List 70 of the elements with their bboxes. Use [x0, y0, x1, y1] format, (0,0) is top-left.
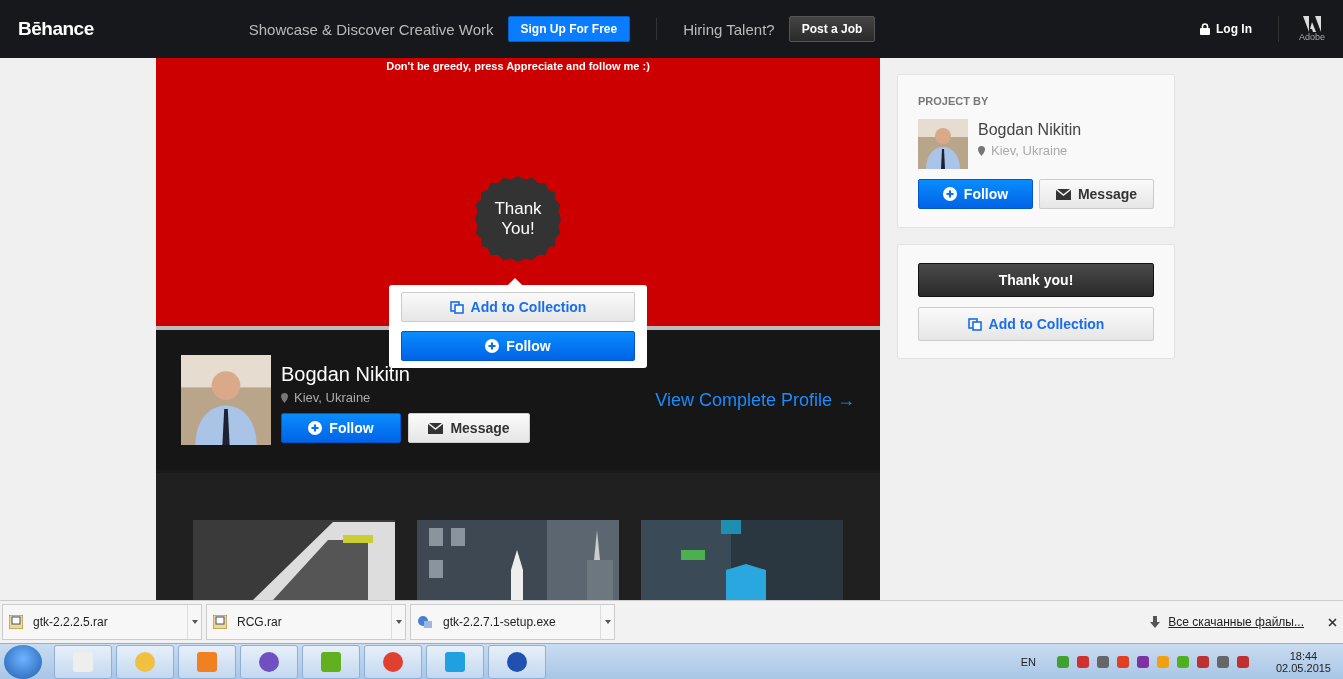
file-name: RCG.rar	[237, 615, 283, 629]
file-name: gtk-2.2.7.1-setup.exe	[443, 615, 557, 629]
language-indicator[interactable]: EN	[1020, 655, 1036, 668]
app-icon	[71, 649, 95, 674]
taskbar-app-button[interactable]	[364, 644, 422, 679]
start-button[interactable]	[4, 644, 42, 679]
dropdown-caret-icon[interactable]	[191, 620, 198, 624]
profile-location: Kiev, Ukraine	[294, 390, 371, 405]
adobe-label: Adobe	[1298, 32, 1325, 42]
taskbar-app-button[interactable]	[240, 644, 298, 679]
location-pin-icon	[978, 145, 985, 156]
tray-icon[interactable]	[1235, 654, 1250, 669]
adobe-logo-icon	[1303, 16, 1321, 32]
file-name: gtk-2.2.2.5.rar	[33, 615, 109, 629]
follow-button[interactable]: Follow	[281, 413, 401, 443]
clock-date: 02.05.2015	[1275, 661, 1331, 674]
installer-icon	[417, 615, 433, 629]
tray-icon[interactable]	[1115, 654, 1130, 669]
clock[interactable]: 18:44 02.05.2015	[1275, 649, 1331, 674]
profile-name: Bogdan Nikitin	[281, 363, 410, 385]
taskbar-app-button[interactable]	[488, 644, 546, 679]
post-job-button[interactable]: Post a Job	[788, 16, 876, 42]
plus-circle-icon	[485, 339, 500, 353]
envelope-icon	[428, 422, 444, 434]
follow-button[interactable]: Follow	[401, 331, 635, 361]
add-to-collection-button[interactable]: Add to Collection	[918, 307, 1154, 341]
plus-circle-icon	[308, 421, 323, 435]
envelope-icon	[1055, 188, 1071, 200]
message-button[interactable]: Message	[408, 413, 530, 443]
lock-icon	[1199, 23, 1210, 35]
view-profile-link[interactable]: View Complete Profile →	[655, 390, 855, 411]
add-to-collection-button[interactable]: Add to Collection	[401, 292, 635, 322]
tray-icon[interactable]	[1215, 654, 1230, 669]
location-pin-icon	[281, 392, 288, 403]
owner-name: Bogdan Nikitin	[978, 121, 1082, 139]
app-icon	[319, 649, 343, 674]
project-note: Don't be greedy, press Appreciate and follow me :)	[386, 60, 650, 72]
download-item[interactable]: gtk-2.2.2.5.rar	[2, 604, 202, 640]
signup-button[interactable]: Sign Up For Free	[507, 16, 631, 42]
tagline: Showcase & Discover Creative Work	[248, 20, 494, 38]
download-item[interactable]: gtk-2.2.7.1-setup.exe	[410, 604, 615, 640]
download-item[interactable]: RCG.rar	[206, 604, 406, 640]
all-downloads-link[interactable]: Все скачанные файлы...	[1150, 615, 1304, 629]
tray-icon[interactable]	[1075, 654, 1090, 669]
section-heading: PROJECT BY	[918, 95, 990, 107]
tray-icon[interactable]	[1095, 654, 1110, 669]
thank-you-button[interactable]: Thank you!	[918, 263, 1154, 297]
tray-icon[interactable]	[1195, 654, 1210, 669]
plus-circle-icon	[942, 187, 957, 201]
app-icon	[195, 649, 219, 674]
follow-button[interactable]: Follow	[918, 179, 1033, 209]
archive-file-icon	[9, 615, 23, 629]
app-icon	[443, 649, 467, 674]
dropdown-caret-icon[interactable]	[604, 620, 611, 624]
collection-icon	[449, 300, 464, 314]
clock-time: 18:44	[1289, 649, 1318, 662]
dropdown-caret-icon[interactable]	[395, 620, 402, 624]
tray-icon[interactable]	[1135, 654, 1150, 669]
collection-icon	[967, 317, 982, 331]
avatar	[918, 119, 968, 169]
logo[interactable]: Bēhance	[18, 18, 94, 40]
owner-location: Kiev, Ukraine	[991, 143, 1068, 158]
tray-icon[interactable]	[1055, 654, 1070, 669]
archive-file-icon	[213, 615, 227, 629]
message-button[interactable]: Message	[1039, 179, 1154, 209]
login-link[interactable]: Log In	[1215, 22, 1252, 36]
thank-you-badge[interactable]: Thank You!	[475, 176, 561, 262]
close-icon[interactable]	[1328, 617, 1337, 627]
download-arrow-icon	[1150, 616, 1161, 628]
hiring-text: Hiring Talent?	[683, 20, 775, 38]
